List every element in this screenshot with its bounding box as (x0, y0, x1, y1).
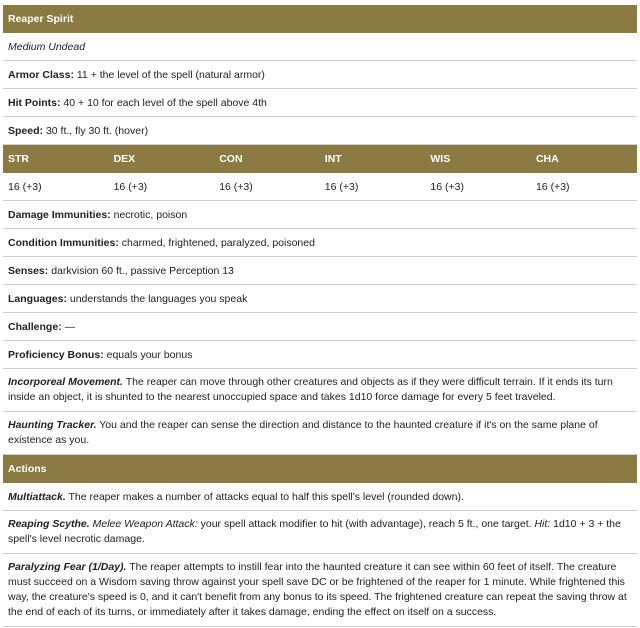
ability-score-int: 16 (+3) (324, 180, 359, 193)
trait-haunting-tracker: Haunting Tracker. You and the reaper can… (3, 412, 637, 455)
proficiency-label: Proficiency Bonus: (8, 348, 104, 361)
creature-type: Medium Undead (8, 40, 86, 53)
senses-value: darkvision 60 ft., passive Perception 13 (51, 264, 234, 277)
condition-immunities-row: Condition Immunities: charmed, frightene… (3, 229, 637, 257)
armor-class-row: Armor Class: 11 + the level of the spell… (3, 61, 637, 89)
damage-immunities-row: Damage Immunities: necrotic, poison (3, 201, 637, 229)
ability-score-str: 16 (+3) (8, 180, 42, 193)
armor-class-label: Armor Class: (8, 68, 74, 81)
actions-heading: Actions (3, 455, 637, 483)
ability-score-wis: 16 (+3) (430, 180, 464, 193)
speed-value: 30 ft., fly 30 ft. (hover) (45, 124, 149, 137)
attack-text: your spell attack modifier to hit (with … (200, 518, 532, 530)
challenge-value: — (64, 320, 76, 333)
trait-text: You and the reaper can sense the directi… (8, 419, 598, 446)
ability-name-str: STR (8, 153, 29, 165)
speed-label: Speed: (8, 124, 44, 137)
action-reaping-scythe: Reaping Scythe. Melee Weapon Attack: you… (3, 511, 637, 554)
action-paralyzing-fear: Paralyzing Fear (1/Day). The reaper atte… (3, 554, 637, 627)
trait-name: Haunting Tracker. (8, 419, 97, 431)
action-multiattack: Multiattack. The reaper makes a number o… (3, 483, 637, 511)
trait-incorporeal-movement: Incorporeal Movement. The reaper can mov… (3, 369, 637, 412)
action-name: Reaping Scythe. (8, 518, 90, 530)
ability-name-cha: CHA (535, 153, 559, 165)
ability-score-cha: 16 (+3) (535, 180, 570, 193)
hit-points-label: Hit Points: (8, 96, 61, 109)
hit-label: Hit: (534, 518, 551, 530)
proficiency-value: equals your bonus (106, 348, 193, 361)
hit-points-value: 40 + 10 for each level of the spell abov… (63, 96, 267, 109)
languages-value: understands the languages you speak (69, 292, 248, 305)
damage-immunities-label: Damage Immunities: (8, 208, 111, 221)
hit-points-row: Hit Points: 40 + 10 for each level of th… (3, 89, 637, 117)
senses-label: Senses: (8, 264, 49, 277)
damage-immunities-value: necrotic, poison (113, 208, 188, 221)
challenge-row: Challenge: — (3, 313, 637, 341)
condition-immunities-value: charmed, frightened, paralyzed, poisoned (121, 236, 315, 249)
ability-score-dex: 16 (+3) (113, 180, 148, 193)
creature-type-row: Medium Undead (3, 33, 637, 61)
armor-class-value: 11 + the level of the spell (natural arm… (76, 68, 265, 81)
stat-block: Reaper Spirit Medium Undead Armor Class:… (3, 5, 637, 627)
languages-row: Languages: understands the languages you… (3, 285, 637, 313)
condition-immunities-label: Condition Immunities: (8, 236, 119, 249)
challenge-label: Challenge: (8, 320, 62, 333)
ability-name-dex: DEX (113, 153, 136, 165)
senses-row: Senses: darkvision 60 ft., passive Perce… (3, 257, 637, 285)
attack-type: Melee Weapon Attack: (92, 518, 198, 530)
ability-score-con: 16 (+3) (219, 180, 253, 193)
ability-name-wis: WIS (430, 153, 451, 165)
action-text: The reaper makes a number of attacks equ… (68, 490, 464, 503)
action-name: Multiattack. (8, 490, 66, 503)
stat-block-title: Reaper Spirit (3, 5, 637, 33)
trait-name: Incorporeal Movement. (8, 376, 123, 388)
ability-name-con: CON (219, 153, 243, 165)
ability-header-row: STR DEX CON INT WIS CHA (3, 145, 637, 173)
proficiency-row: Proficiency Bonus: equals your bonus (3, 341, 637, 369)
action-name: Paralyzing Fear (1/Day). (8, 561, 127, 573)
speed-row: Speed: 30 ft., fly 30 ft. (hover) (3, 117, 637, 145)
ability-score-row: 16 (+3) 16 (+3) 16 (+3) 16 (+3) 16 (+3) … (3, 173, 637, 201)
ability-name-int: INT (324, 153, 342, 165)
languages-label: Languages: (8, 292, 67, 305)
